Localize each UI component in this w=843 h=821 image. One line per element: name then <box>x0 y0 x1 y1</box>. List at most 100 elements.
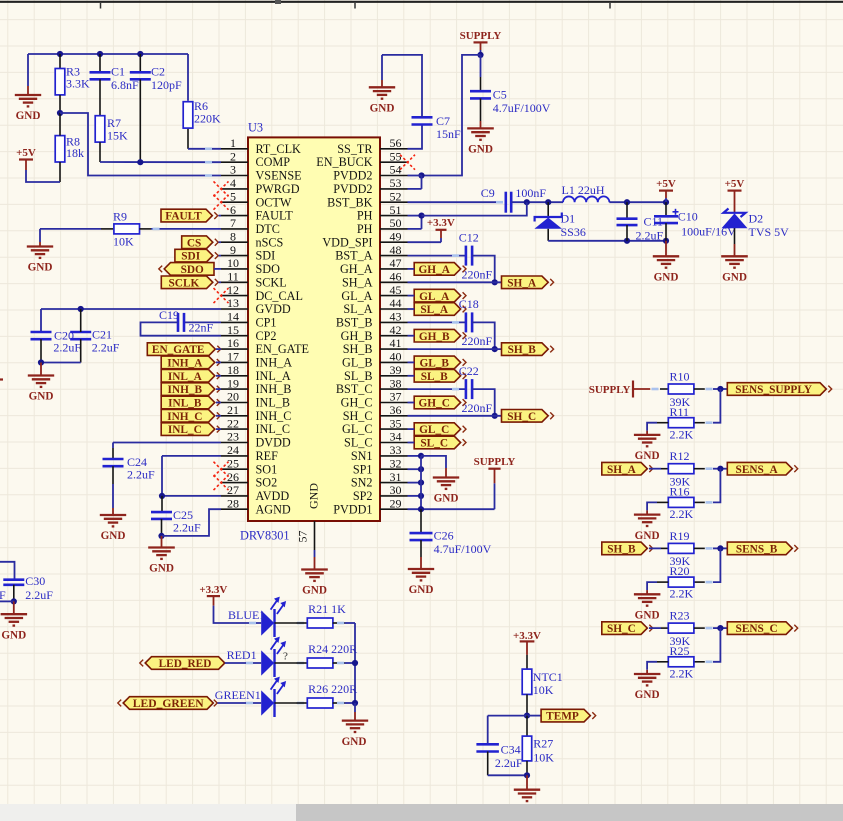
svg-text:INL_B: INL_B <box>256 396 291 410</box>
svg-text:3.3K: 3.3K <box>66 77 90 91</box>
svg-text:23: 23 <box>227 430 239 444</box>
svg-text:NTC1: NTC1 <box>533 670 563 684</box>
svg-text:39: 39 <box>390 363 402 377</box>
svg-text:BST_A: BST_A <box>335 249 372 263</box>
svg-text:CS: CS <box>187 237 201 249</box>
svg-text:10K: 10K <box>533 683 554 697</box>
svg-text:R27: R27 <box>533 737 553 751</box>
svg-text:SS_TR: SS_TR <box>337 142 373 156</box>
svg-text:10K: 10K <box>113 235 134 249</box>
svg-text:38: 38 <box>390 376 402 390</box>
svg-text:28: 28 <box>227 496 239 510</box>
svg-text:SH_B: SH_B <box>607 544 636 556</box>
svg-text:GH_B: GH_B <box>341 329 373 343</box>
svg-text:GH_C: GH_C <box>341 396 373 410</box>
svg-text:14: 14 <box>227 310 239 324</box>
svg-text:+3.3V: +3.3V <box>199 584 227 596</box>
svg-text:R21 1K: R21 1K <box>308 602 346 616</box>
svg-text:C26: C26 <box>434 529 454 543</box>
svg-text:SH_C: SH_C <box>607 623 636 635</box>
svg-text:9: 9 <box>230 243 236 257</box>
svg-text:+5V: +5V <box>16 147 36 159</box>
svg-text:GL_B: GL_B <box>419 358 449 370</box>
svg-text:VDD_SPI: VDD_SPI <box>322 235 372 249</box>
svg-text:SH_A: SH_A <box>342 275 373 289</box>
svg-text:PWRGD: PWRGD <box>256 182 300 196</box>
svg-text:120pF: 120pF <box>151 78 182 92</box>
svg-text:SN1: SN1 <box>351 449 373 463</box>
svg-text:SDO: SDO <box>181 264 204 276</box>
svg-text:R11: R11 <box>670 405 690 419</box>
svg-text:GND: GND <box>28 262 53 274</box>
svg-text:15nF: 15nF <box>436 127 461 141</box>
svg-text:2.2K: 2.2K <box>670 507 694 521</box>
svg-text:GND: GND <box>1 629 26 641</box>
svg-text:4.7uF/100V: 4.7uF/100V <box>493 101 551 115</box>
svg-text:PH: PH <box>357 222 373 236</box>
svg-text:GH_A: GH_A <box>419 264 451 276</box>
svg-text:SL_A: SL_A <box>420 304 448 316</box>
svg-text:13: 13 <box>227 296 239 310</box>
svg-text:LED_RED: LED_RED <box>159 658 212 670</box>
svg-text:GL_B: GL_B <box>342 356 372 370</box>
svg-text:C19: C19 <box>159 308 179 322</box>
svg-text:24: 24 <box>227 443 239 457</box>
svg-text:46: 46 <box>390 270 402 284</box>
svg-text:29: 29 <box>390 496 402 510</box>
svg-text:2.2K: 2.2K <box>670 427 694 441</box>
svg-text:R19: R19 <box>670 529 690 543</box>
svg-text:54: 54 <box>390 163 402 177</box>
svg-text:INH_A: INH_A <box>256 356 293 370</box>
svg-text:CP2: CP2 <box>256 329 277 343</box>
svg-text:+5V: +5V <box>725 178 745 190</box>
svg-text:C5: C5 <box>493 88 507 102</box>
svg-text:16: 16 <box>227 336 239 350</box>
svg-text:SL_C: SL_C <box>344 436 372 450</box>
svg-text:INL_A: INL_A <box>168 371 203 383</box>
svg-text:35: 35 <box>390 416 402 430</box>
svg-text:R20: R20 <box>670 564 690 578</box>
svg-text:2.2uF: 2.2uF <box>92 341 120 355</box>
svg-text:12: 12 <box>227 283 239 297</box>
svg-text:C9: C9 <box>481 186 495 200</box>
svg-text:SENS_C: SENS_C <box>736 623 778 635</box>
svg-text:R26 220R: R26 220R <box>308 682 357 696</box>
svg-text:SENS_B: SENS_B <box>736 544 778 556</box>
svg-text:C12: C12 <box>459 230 479 244</box>
svg-text:2.2uF: 2.2uF <box>127 468 155 482</box>
svg-text:SDO: SDO <box>256 262 281 276</box>
svg-text:SCLK: SCLK <box>169 277 200 289</box>
svg-text:30: 30 <box>390 483 402 497</box>
svg-text:GND: GND <box>468 144 493 156</box>
svg-text:51: 51 <box>390 203 402 217</box>
svg-text:SH_B: SH_B <box>343 342 373 356</box>
svg-text:C34: C34 <box>501 743 521 757</box>
svg-text:RT_CLK: RT_CLK <box>256 142 302 156</box>
svg-text:AVDD: AVDD <box>256 489 290 503</box>
svg-text:100nF: 100nF <box>515 186 546 200</box>
svg-text:GVDD: GVDD <box>256 302 291 316</box>
svg-text:GL_C: GL_C <box>342 422 372 436</box>
svg-text:OCTW: OCTW <box>256 195 292 209</box>
svg-text:41: 41 <box>390 336 402 350</box>
svg-text:43: 43 <box>390 310 402 324</box>
svg-text:SH_A: SH_A <box>607 464 637 476</box>
svg-text:GND: GND <box>16 110 41 122</box>
svg-text:R10: R10 <box>670 369 690 383</box>
svg-text:20: 20 <box>227 390 239 404</box>
svg-text:BST_C: BST_C <box>336 382 373 396</box>
svg-text:GND: GND <box>434 493 459 505</box>
svg-text:SL_C: SL_C <box>420 438 448 450</box>
svg-text:SO1: SO1 <box>256 462 278 476</box>
svg-text:U3: U3 <box>248 121 263 135</box>
svg-text:57: 57 <box>296 531 310 543</box>
svg-text:25: 25 <box>227 456 239 470</box>
svg-text:11: 11 <box>227 270 239 284</box>
svg-text:FAULT: FAULT <box>256 209 294 223</box>
svg-text:2: 2 <box>230 149 236 163</box>
svg-text:220K: 220K <box>194 112 221 126</box>
svg-text:INL_B: INL_B <box>168 398 202 410</box>
svg-text:GND: GND <box>302 585 327 597</box>
svg-text:PVDD2: PVDD2 <box>333 182 372 196</box>
svg-text:DRV8301: DRV8301 <box>240 529 290 543</box>
